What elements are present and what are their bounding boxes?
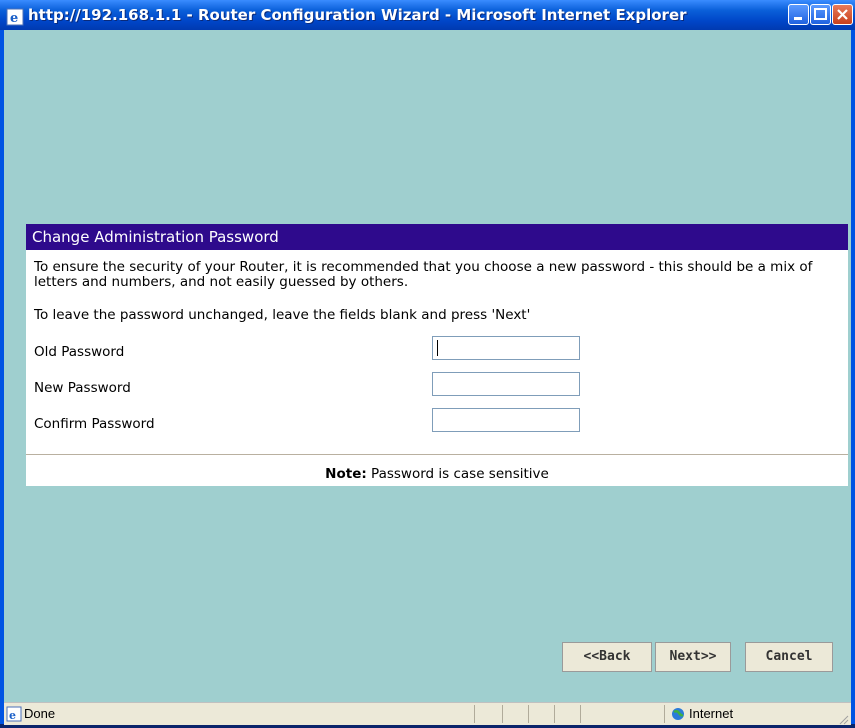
- old-password-label: Old Password: [34, 344, 125, 360]
- page-icon: e: [6, 706, 22, 725]
- title-bar[interactable]: e http://192.168.1.1 - Router Configurat…: [0, 0, 855, 30]
- panel-header: Change Administration Password: [26, 224, 848, 250]
- confirm-password-input[interactable]: [432, 408, 580, 432]
- status-separator: [474, 705, 475, 723]
- window-title: http://192.168.1.1 - Router Configuratio…: [28, 6, 687, 24]
- back-button[interactable]: <<Back: [562, 642, 652, 672]
- status-bar: e Done Internet: [4, 702, 851, 725]
- note-text: Password is case sensitive: [366, 466, 549, 482]
- browser-window: e http://192.168.1.1 - Router Configurat…: [0, 0, 855, 725]
- close-icon: [837, 9, 848, 20]
- text-caret: [437, 340, 438, 356]
- status-separator: [554, 705, 555, 723]
- maximize-icon: [814, 8, 827, 20]
- status-separator: [502, 705, 503, 723]
- old-password-input[interactable]: [432, 336, 580, 360]
- new-password-input[interactable]: [432, 372, 580, 396]
- password-panel: Change Administration Password To ensure…: [26, 224, 848, 486]
- confirm-password-label: Confirm Password: [34, 416, 155, 432]
- status-separator: [580, 705, 581, 723]
- minimize-button[interactable]: [788, 4, 809, 25]
- next-button[interactable]: Next>>: [655, 642, 731, 672]
- globe-icon: [671, 707, 685, 724]
- instruction-text: To leave the password unchanged, leave t…: [34, 307, 531, 323]
- status-text: Done: [24, 706, 56, 721]
- svg-text:e: e: [9, 709, 16, 722]
- maximize-button[interactable]: [810, 4, 831, 25]
- new-password-label: New Password: [34, 380, 131, 396]
- case-sensitivity-note: Note: Password is case sensitive: [26, 466, 848, 482]
- intro-text: To ensure the security of your Router, i…: [34, 259, 813, 290]
- page-content: Change Administration Password To ensure…: [4, 30, 851, 702]
- svg-text:e: e: [10, 11, 18, 26]
- note-label: Note:: [325, 466, 367, 482]
- security-zone: Internet: [689, 706, 734, 721]
- close-button[interactable]: [832, 4, 853, 25]
- divider: [26, 454, 848, 455]
- minimize-icon: [794, 17, 802, 20]
- resize-grip-icon[interactable]: [839, 713, 849, 725]
- status-separator: [664, 705, 665, 723]
- cancel-button[interactable]: Cancel: [745, 642, 833, 672]
- status-separator: [528, 705, 529, 723]
- internet-explorer-icon: e: [6, 6, 24, 26]
